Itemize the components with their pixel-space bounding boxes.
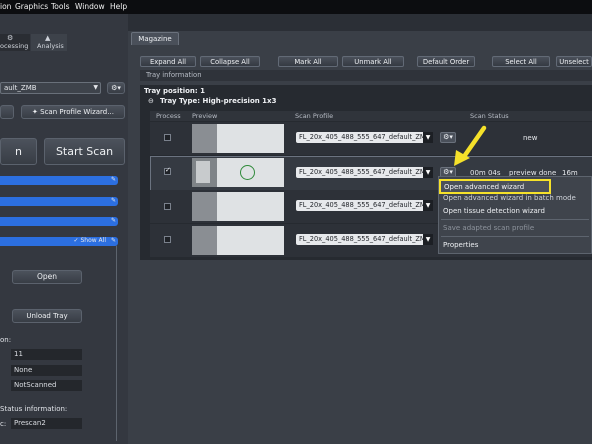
edit-icon: ✎ — [110, 197, 116, 204]
unload-tray-label: Unload Tray — [26, 312, 68, 320]
start-scan-label: Start Scan — [55, 145, 114, 158]
scan-profile-select[interactable]: FL_20x_405_488_555_647_default_ZMB ▼ — [296, 132, 433, 143]
status-prefix-label: c: — [0, 420, 7, 428]
expand-all-button[interactable]: Expand All — [140, 56, 196, 67]
col-process[interactable]: Process — [150, 111, 192, 121]
menu-save-adapted-scan-profile: Save adapted scan profile — [443, 224, 535, 232]
process-checkbox[interactable] — [164, 203, 171, 210]
annotation-arrow-icon — [454, 125, 487, 166]
slide-preview — [192, 226, 284, 255]
tab-processing-label: ocessing — [0, 42, 29, 50]
status-value-field: Prescan2 — [11, 418, 82, 429]
edit-icon: ✎ — [110, 237, 116, 244]
tab-processing[interactable]: ⚙ ocessing — [0, 34, 30, 51]
profile-select-value: ault_ZMB — [4, 84, 37, 92]
edit-icon: ✎ — [110, 217, 116, 224]
field-position: 11 — [11, 349, 82, 360]
collapse-all-button[interactable]: Collapse All — [200, 56, 260, 67]
scan-profile-select[interactable]: FL_20x_405_488_555_647_default_ZMB ▼ — [296, 200, 433, 211]
menu-open-advanced-wizard-batch[interactable]: Open advanced wizard in batch mode — [443, 194, 576, 202]
profile-gear-button[interactable]: ⚙▾ — [107, 82, 125, 94]
left-small-button[interactable] — [0, 105, 14, 119]
menu-item-partial[interactable]: ion — [0, 2, 11, 11]
profile-select[interactable]: ault_ZMB ▼ — [0, 82, 101, 94]
scan-profile-value: FL_20x_405_488_555_647_default_ZMB — [299, 133, 431, 141]
mark-all-button[interactable]: Mark All — [278, 56, 338, 67]
slide-preview — [192, 192, 284, 221]
menu-tools[interactable]: Tools — [51, 2, 69, 11]
unmark-all-button[interactable]: Unmark All — [342, 56, 404, 67]
tab-analysis[interactable]: ▲ Analysis — [31, 34, 67, 51]
edit-icon: ✎ — [110, 176, 116, 183]
scan-status: new — [523, 134, 538, 142]
collapse-icon[interactable]: ⊖ — [148, 97, 154, 105]
menu-bar: ion Graphics Tools Window Help — [0, 0, 592, 14]
scan-profile-wizard-label: Scan Profile Wizard... — [40, 108, 114, 116]
left-partial-button[interactable]: n — [0, 138, 37, 165]
open-button[interactable]: Open — [12, 270, 82, 284]
unload-tray-button[interactable]: Unload Tray — [12, 309, 82, 323]
unselect-all-button[interactable]: Unselect — [556, 56, 592, 67]
wizard-icon: ✦ — [32, 108, 41, 116]
menu-help[interactable]: Help — [110, 2, 127, 11]
menu-graphics[interactable]: Graphics — [15, 2, 48, 11]
col-preview[interactable]: Preview — [188, 111, 292, 121]
chevron-down-icon: ▼ — [423, 132, 433, 143]
progress-bar-2[interactable]: ✎ — [0, 197, 118, 206]
scan-profile-value: FL_20x_405_488_555_647_default_ZMB — [299, 201, 431, 209]
tray-position: Tray position: 1 — [144, 87, 205, 95]
menu-open-advanced-wizard[interactable]: Open advanced wizard — [444, 183, 524, 191]
scan-profile-select[interactable]: FL_20x_405_488_555_647_default_ZMB ▼ — [296, 167, 433, 178]
menu-open-advanced-wizard-highlight[interactable]: Open advanced wizard — [439, 179, 551, 194]
check-icon: ✓ — [165, 166, 171, 174]
default-order-button[interactable]: Default Order — [417, 56, 475, 67]
status-info-label: Status information: — [0, 405, 68, 413]
menu-open-tissue-detection-wizard[interactable]: Open tissue detection wizard — [443, 207, 545, 215]
open-label: Open — [36, 272, 58, 281]
slide-label-image — [196, 161, 210, 183]
tissue-detection-circle — [240, 165, 255, 180]
analysis-icon: ▲ — [45, 34, 51, 42]
gear-icon: ⚙▾ — [111, 84, 121, 92]
tray-type: Tray Type: High-precision 1x3 — [160, 97, 277, 105]
left-panel: ⚙ ocessing ▲ Analysis ault_ZMB ▼ ⚙▾ ✦ Sc… — [0, 14, 128, 444]
scan-profile-wizard-button[interactable]: ✦ Scan Profile Wizard... — [21, 105, 125, 119]
scan-profile-value: FL_20x_405_488_555_647_default_ZMB — [299, 235, 431, 243]
start-scan-button[interactable]: Start Scan — [44, 138, 125, 165]
tray-information-header: Tray information — [140, 70, 592, 81]
gear-icon: ⚙ — [7, 34, 14, 42]
show-all-label[interactable]: ✓ Show All — [74, 237, 106, 244]
context-menu: Open advanced wizard in batch mode Open … — [438, 176, 592, 254]
tray-info-label: on: — [0, 336, 12, 344]
select-all-button[interactable]: Select All — [492, 56, 550, 67]
chevron-down-icon: ▼ — [423, 234, 433, 245]
left-partial-button-label: n — [15, 145, 22, 158]
menu-window[interactable]: Window — [75, 2, 105, 11]
chevron-down-icon: ▼ — [93, 84, 98, 91]
slide-preview — [192, 124, 284, 153]
tab-magazine[interactable]: Magazine — [131, 32, 179, 45]
chevron-down-icon: ▼ — [423, 200, 433, 211]
process-checkbox[interactable] — [164, 236, 171, 243]
field-type: None — [11, 365, 82, 376]
menu-divider — [441, 236, 589, 237]
progress-bar-3[interactable]: ✎ — [0, 217, 118, 226]
menu-divider — [441, 219, 589, 220]
col-scan-status[interactable]: Scan Status — [464, 111, 592, 121]
field-status: NotScanned — [11, 380, 82, 391]
menu-properties[interactable]: Properties — [443, 241, 478, 249]
scan-profile-select[interactable]: FL_20x_405_488_555_647_default_ZMB ▼ — [296, 234, 433, 245]
progress-bar-4[interactable]: ✓ Show All ✎ — [0, 237, 118, 246]
chevron-down-icon: ▼ — [423, 167, 433, 178]
process-checkbox-checked[interactable]: ✓ — [164, 166, 171, 175]
slide-preview — [192, 158, 284, 187]
process-checkbox[interactable] — [164, 134, 171, 141]
scan-profile-value: FL_20x_405_488_555_647_default_ZMB — [299, 168, 431, 176]
col-scan-profile[interactable]: Scan Profile — [290, 111, 467, 121]
tab-analysis-label: Analysis — [37, 42, 64, 50]
show-all-text: Show All — [80, 237, 106, 244]
progress-bar-1[interactable]: ✎ — [0, 176, 118, 185]
